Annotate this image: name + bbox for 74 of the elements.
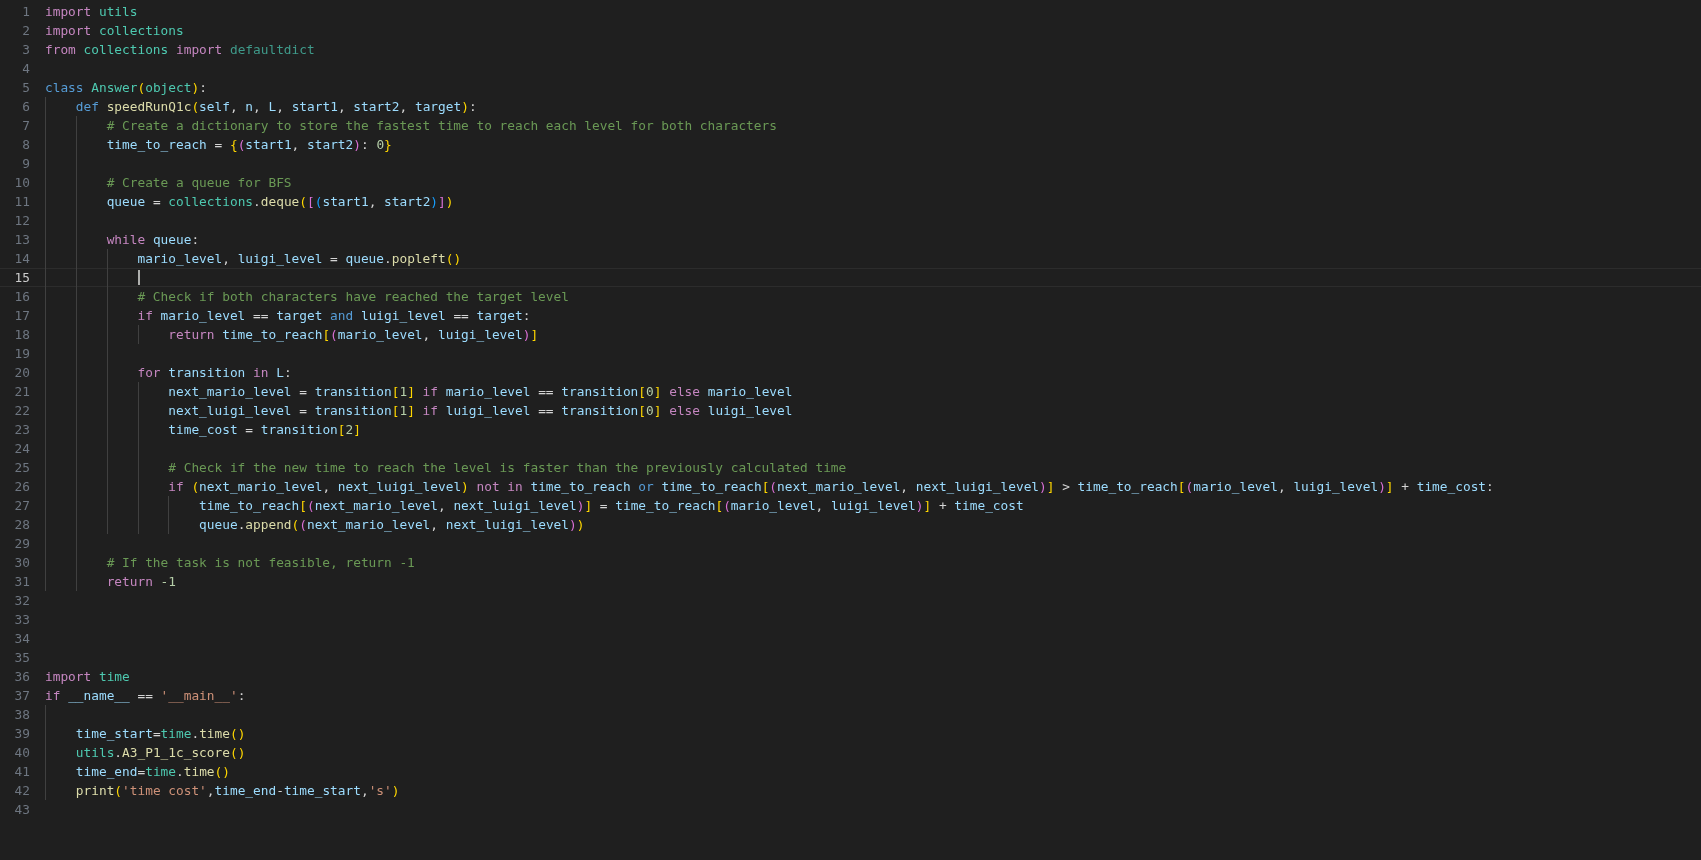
line-number: 40 <box>14 745 30 760</box>
code-line: def speedRunQ1c(self, n, L, start1, start2, target): <box>74 99 477 114</box>
code-line: next_mario_level = transition[1] if mario_level == transition[0] else mario_level <box>167 384 793 399</box>
code-line: import time <box>45 669 130 684</box>
code-line: # Create a queue for BFS <box>105 175 292 190</box>
line-number: 35 <box>14 650 30 665</box>
line-number: 31 <box>14 574 30 589</box>
line-number: 30 <box>14 555 30 570</box>
line-number: 16 <box>14 289 30 304</box>
line-number: 25 <box>14 460 30 475</box>
line-number: 36 <box>14 669 30 684</box>
line-number: 39 <box>14 726 30 741</box>
line-number: 24 <box>14 441 30 456</box>
line-number: 8 <box>22 137 30 152</box>
line-number: 43 <box>14 802 30 817</box>
line-number: 14 <box>14 251 30 266</box>
line-number: 22 <box>14 403 30 418</box>
line-number: 28 <box>14 517 30 532</box>
line-number: 12 <box>14 213 30 228</box>
line-number: 7 <box>22 118 30 133</box>
line-number: 4 <box>22 61 30 76</box>
line-number: 29 <box>14 536 30 551</box>
code-line: # Check if the new time to reach the level is faster than the previously calculated time <box>167 460 847 475</box>
code-line: class Answer(object): <box>45 80 207 95</box>
code-line: # Check if both characters have reached the target level <box>136 289 569 304</box>
line-number: 37 <box>14 688 30 703</box>
line-number: 6 <box>22 99 30 114</box>
line-number: 1 <box>22 4 30 19</box>
code-line: # If the task is not feasible, return -1 <box>105 555 415 570</box>
line-number: 26 <box>14 479 30 494</box>
line-number: 20 <box>14 365 30 380</box>
line-number: 11 <box>14 194 30 209</box>
line-number: 10 <box>14 175 30 190</box>
code-line: if (next_mario_level, next_luigi_level) not in time_to_reach or time_to_reach[(next_mario_level, next_luigi_level)] > time_to_reach[(mario_level, luigi_level)] + time_cost: <box>167 479 1494 494</box>
line-number: 42 <box>14 783 30 798</box>
line-number: 41 <box>14 764 30 779</box>
line-number: 18 <box>14 327 30 342</box>
code-line: mario_level, luigi_level = queue.popleft() <box>136 251 462 266</box>
code-line: import utils <box>45 4 138 19</box>
code-line: from collections import defaultdict <box>45 42 315 57</box>
code-line: return -1 <box>105 574 176 589</box>
line-number: 23 <box>14 422 30 437</box>
line-number: 27 <box>14 498 30 513</box>
code-line: next_luigi_level = transition[1] if luigi_level == transition[0] else luigi_level <box>167 403 793 418</box>
code-line: time_to_reach = {(start1, start2): 0} <box>105 137 392 152</box>
code-line: for transition in L: <box>136 365 292 380</box>
line-number: 5 <box>22 80 30 95</box>
line-number: 33 <box>14 612 30 627</box>
code-line: return time_to_reach[(mario_level, luigi_level)] <box>167 327 539 342</box>
line-number: 34 <box>14 631 30 646</box>
code-line: if mario_level == target and luigi_level == target: <box>136 308 531 323</box>
code-line: time_end=time.time() <box>74 764 230 779</box>
line-number: 3 <box>22 42 30 57</box>
line-number: 13 <box>14 232 30 247</box>
line-number: 19 <box>14 346 30 361</box>
line-number: 15 <box>14 270 30 285</box>
line-number: 17 <box>14 308 30 323</box>
code-line: # Create a dictionary to store the fastest time to reach each level for both characters <box>105 118 777 133</box>
text-cursor <box>137 270 140 285</box>
code-line: import collections <box>45 23 184 38</box>
code-line: utils.A3_P1_1c_score() <box>74 745 246 760</box>
line-number: 38 <box>14 707 30 722</box>
line-number: 9 <box>22 156 30 171</box>
line-number: 21 <box>14 384 30 399</box>
code-line: time_to_reach[(next_mario_level, next_luigi_level)] = time_to_reach[(mario_level, luigi_level)] + time_cost <box>198 498 1024 513</box>
line-number: 32 <box>14 593 30 608</box>
code-line: time_cost = transition[2] <box>167 422 361 437</box>
code-line: queue.append((next_mario_level, next_luigi_level)) <box>198 517 585 532</box>
code-line: time_start=time.time() <box>74 726 246 741</box>
line-number: 2 <box>22 23 30 38</box>
code-line: queue = collections.deque([(start1, start2)]) <box>105 194 454 209</box>
code-line: if __name__ == '__main__': <box>45 688 246 703</box>
code-line: print('time cost',time_end-time_start,'s') <box>74 783 400 798</box>
code-line: while queue: <box>105 232 200 247</box>
